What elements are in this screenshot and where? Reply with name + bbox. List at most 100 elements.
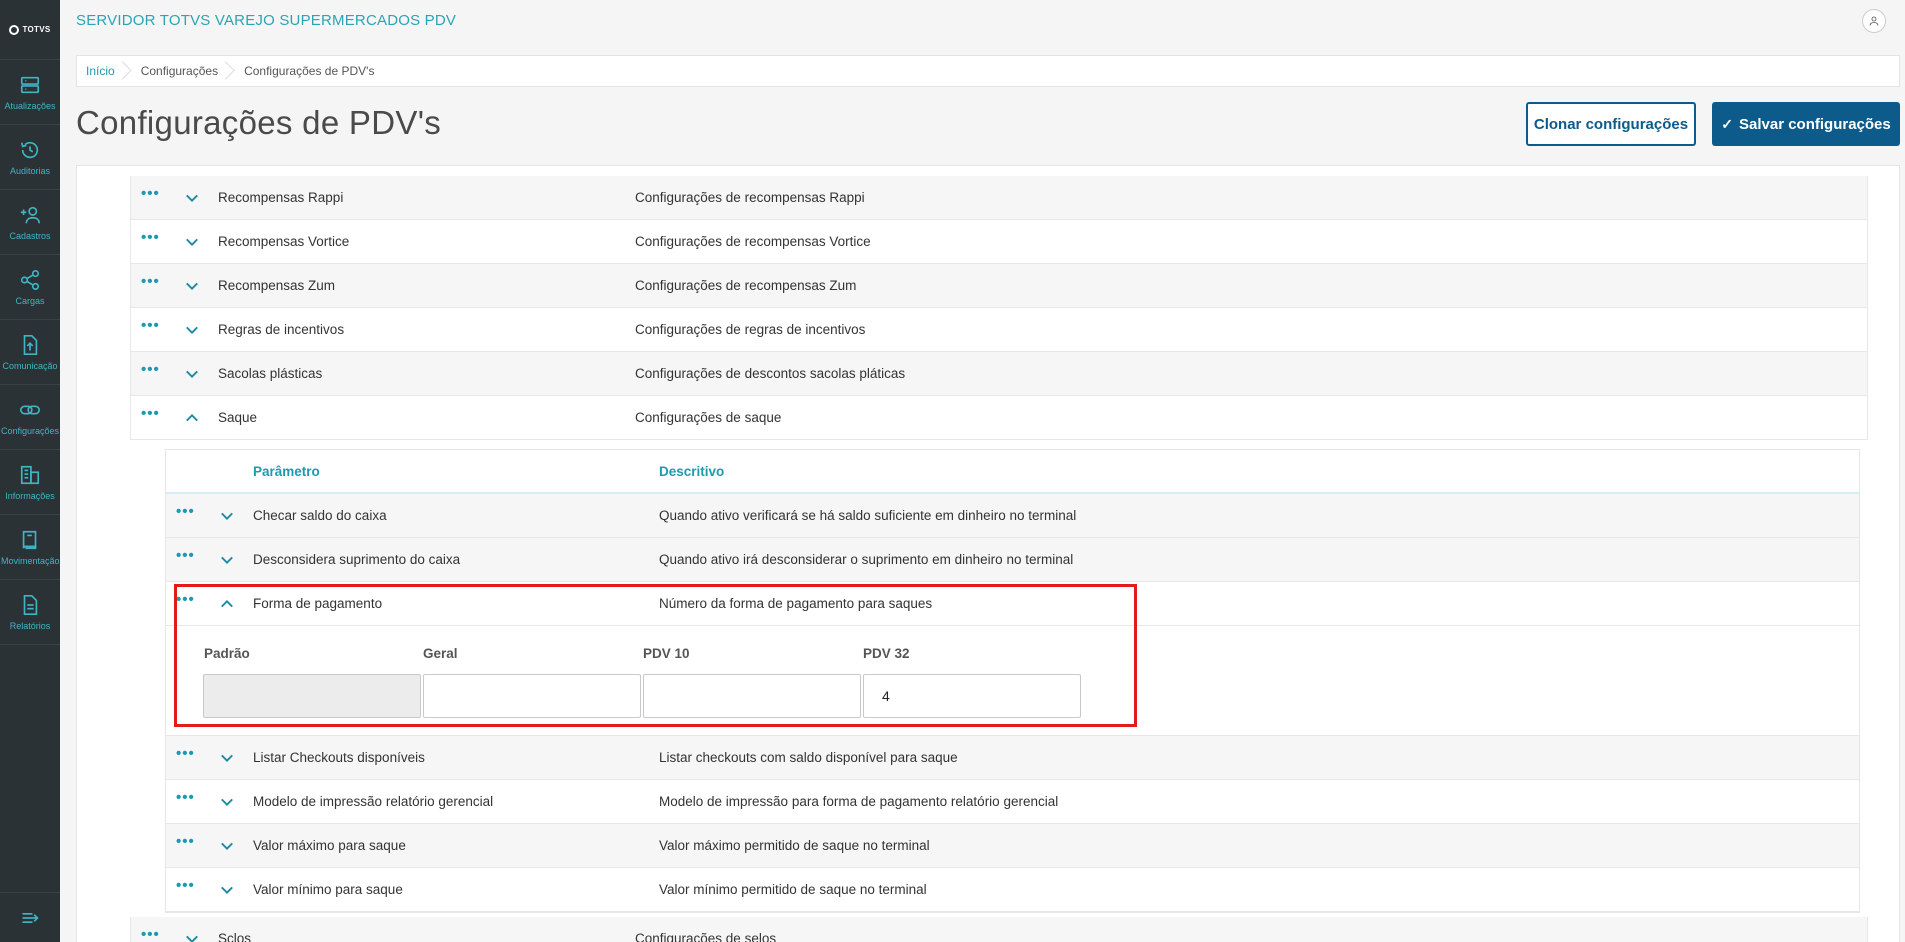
sidebar-item-label: Relatórios [9, 620, 51, 631]
more-options-icon[interactable]: ••• [176, 746, 194, 761]
column-header-parametro: Parâmetro [253, 463, 320, 479]
totvs-logo[interactable]: TOTVS [0, 0, 60, 60]
group-name: Sclos [218, 931, 252, 942]
table-header: Parâmetro Descritivo [166, 450, 1859, 494]
group-row-recompensas-rappi[interactable]: ••• Recompensas Rappi Configurações de r… [130, 176, 1868, 220]
breadcrumb-inicio[interactable]: Início [77, 56, 127, 86]
more-options-icon[interactable]: ••• [141, 230, 159, 245]
group-name: Regras de incentivos [218, 322, 345, 337]
add-user-icon [20, 206, 40, 223]
field-label-padrao: Padrão [204, 646, 250, 661]
clone-configurations-button[interactable]: Clonar configurações [1526, 102, 1696, 146]
sidebar-item-label: Configurações [1, 425, 59, 436]
param-row-forma-pagamento[interactable]: ••• Forma de pagamento Número da forma d… [166, 582, 1859, 626]
saque-parameters-table: Parâmetro Descritivo ••• Checar saldo do… [165, 449, 1860, 913]
group-row-recompensas-zum[interactable]: ••• Recompensas Zum Configurações de rec… [130, 264, 1868, 308]
chevron-down-icon[interactable] [217, 792, 237, 812]
link-icon [20, 405, 40, 414]
chevron-down-icon[interactable] [182, 364, 202, 384]
more-options-icon[interactable]: ••• [176, 504, 194, 519]
more-options-icon[interactable]: ••• [176, 834, 194, 849]
sidebar-item-label: Atualizações [4, 100, 56, 111]
param-name: Forma de pagamento [253, 596, 383, 611]
group-row-selos[interactable]: ••• Sclos Configurações de selos [130, 917, 1868, 942]
save-button-label: Salvar configurações [1739, 115, 1891, 133]
save-configurations-button[interactable]: ✓ Salvar configurações [1712, 102, 1900, 146]
breadcrumb-configuracoes[interactable]: Configurações [127, 56, 230, 86]
group-row-recompensas-vortice[interactable]: ••• Recompensas Vortice Configurações de… [130, 220, 1868, 264]
group-row-regras-incentivos[interactable]: ••• Regras de incentivos Configurações d… [130, 308, 1868, 352]
more-options-icon[interactable]: ••• [141, 406, 159, 421]
group-row-saque[interactable]: ••• Saque Configurações de saque [130, 396, 1868, 440]
param-row-checar-saldo[interactable]: ••• Checar saldo do caixa Quando ativo v… [166, 494, 1859, 538]
sidebar-item-label: Cadastros [9, 230, 51, 241]
user-avatar-button[interactable] [1862, 9, 1886, 33]
param-row-modelo-impressao[interactable]: ••• Modelo de impressão relatório gerenc… [166, 780, 1859, 824]
param-name: Valor mínimo para saque [253, 882, 403, 897]
more-options-icon[interactable]: ••• [176, 790, 194, 805]
more-options-icon[interactable]: ••• [141, 362, 159, 377]
group-description: Configurações de recompensas Rappi [635, 190, 865, 205]
expand-menu-button[interactable] [0, 892, 60, 942]
param-name: Checar saldo do caixa [253, 508, 387, 523]
chevron-down-icon[interactable] [182, 929, 202, 942]
chevron-down-icon[interactable] [182, 320, 202, 340]
sidebar-item-cadastros[interactable]: Cadastros [0, 190, 60, 255]
field-label-pdv32: PDV 32 [863, 646, 910, 661]
group-description: Configurações de regras de incentivos [635, 322, 866, 337]
sidebar-item-auditorias[interactable]: Auditorias [0, 125, 60, 190]
chevron-down-icon[interactable] [217, 506, 237, 526]
chevron-up-icon[interactable] [182, 408, 202, 428]
more-options-icon[interactable]: ••• [141, 186, 159, 201]
chevron-up-icon[interactable] [217, 594, 237, 614]
chevron-down-icon[interactable] [182, 188, 202, 208]
param-description: Listar checkouts com saldo disponível pa… [659, 750, 958, 765]
sidebar-item-comunicacao[interactable]: Comunicação [0, 320, 60, 385]
sidebar-item-atualizacoes[interactable]: Atualizações [0, 60, 60, 125]
group-description: Configurações de descontos sacolas pláti… [635, 366, 906, 381]
group-description: Configurações de selos [635, 931, 777, 942]
sidebar-item-label: Informações [5, 490, 55, 501]
share-icon [20, 269, 40, 290]
sidebar-item-informacoes[interactable]: Informações [0, 450, 60, 515]
param-name: Valor máximo para saque [253, 838, 406, 853]
param-row-listar-checkouts[interactable]: ••• Listar Checkouts disponíveis Listar … [166, 736, 1859, 780]
sidebar-item-movimentacao[interactable]: Movimentação [0, 515, 60, 580]
chevron-down-icon[interactable] [217, 748, 237, 768]
sidebar-item-configuracoes[interactable]: Configurações [0, 385, 60, 450]
chevron-down-icon[interactable] [217, 550, 237, 570]
more-options-icon[interactable]: ••• [176, 592, 194, 607]
group-description: Configurações de saque [635, 410, 782, 425]
param-name: Listar Checkouts disponíveis [253, 750, 425, 765]
chevron-down-icon[interactable] [182, 276, 202, 296]
document-icon [23, 594, 38, 615]
menu-expand-icon [22, 912, 39, 923]
group-description: Configurações de recompensas Zum [635, 278, 857, 293]
more-options-icon[interactable]: ••• [141, 274, 159, 289]
book-icon [22, 530, 37, 549]
chevron-down-icon[interactable] [182, 232, 202, 252]
pdv10-input[interactable] [643, 674, 861, 718]
app-title: SERVIDOR TOTVS VAREJO SUPERMERCADOS PDV [76, 12, 457, 29]
sidebar-item-cargas[interactable]: Cargas [0, 255, 60, 320]
sidebar-item-relatorios[interactable]: Relatórios [0, 580, 60, 645]
param-description: Modelo de impressão para forma de pagame… [659, 794, 1059, 809]
chevron-down-icon[interactable] [217, 880, 237, 900]
group-name: Saque [218, 410, 258, 425]
padrao-input [203, 674, 421, 718]
more-options-icon[interactable]: ••• [176, 548, 194, 563]
group-row-sacolas-plasticas[interactable]: ••• Sacolas plásticas Configurações de d… [130, 352, 1868, 396]
more-options-icon[interactable]: ••• [141, 318, 159, 333]
more-options-icon[interactable]: ••• [176, 878, 194, 893]
field-label-pdv10: PDV 10 [643, 646, 690, 661]
sidebar-item-label: Auditorias [9, 165, 51, 176]
param-row-valor-maximo[interactable]: ••• Valor máximo para saque Valor máximo… [166, 824, 1859, 868]
check-icon: ✓ [1721, 115, 1733, 132]
group-name: Recompensas Zum [218, 278, 336, 293]
param-row-valor-minimo[interactable]: ••• Valor mínimo para saque Valor mínimo… [166, 868, 1859, 912]
chevron-down-icon[interactable] [217, 836, 237, 856]
more-options-icon[interactable]: ••• [141, 927, 159, 942]
pdv32-input[interactable] [863, 674, 1081, 718]
param-row-desconsidera-suprimento[interactable]: ••• Desconsidera suprimento do caixa Qua… [166, 538, 1859, 582]
geral-input[interactable] [423, 674, 641, 718]
